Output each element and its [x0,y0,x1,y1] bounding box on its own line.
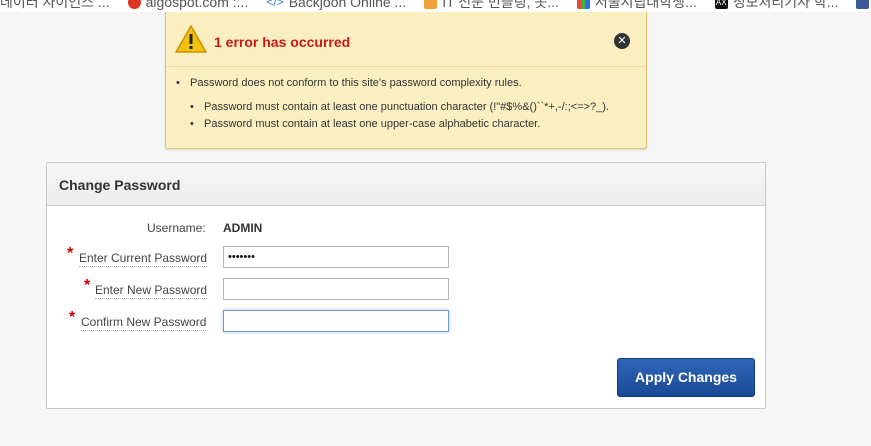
error-notification: 1 error has occurred ✕ • Password does no… [165,12,647,149]
bookmark-item[interactable]: IT 전문 번들링, 못... [424,0,559,12]
error-detail-text: Password must contain at least one upper… [204,118,541,130]
region-header: Change Password [47,163,765,206]
bookmark-item[interactable]: algospot.com :... [127,0,249,10]
error-header: 1 error has occurred ✕ [166,12,646,67]
required-marker: * [69,309,76,326]
bookmark-item[interactable]: 서울시립대학생... [576,0,697,12]
required-marker: * [84,277,91,294]
bookmarks-bar: 데이터 사이언스 ... algospot.com :... </> Backjo… [0,0,871,12]
bookmark-label: 정보처리기사 학... [732,0,839,10]
error-message: • Password does not conform to this site'… [176,77,522,89]
username-value: ADMIN [223,221,263,235]
error-message-text: Password does not conform to this site's… [190,77,522,89]
current-password-label[interactable]: Enter Current Password [79,251,208,267]
confirm-password-field[interactable] [223,310,449,332]
error-detail: • Password must contain at least one uppe… [190,118,541,130]
bookmark-label: 서울시립대학생... [594,0,697,10]
new-password-label[interactable]: Enter New Password [95,283,208,299]
bookmark-label: algospot.com :... [145,0,249,10]
bookmark-item[interactable]: 데이터 사이언스 ... [0,0,110,12]
username-label: Username: [147,221,206,235]
code-icon: </> [266,0,284,9]
bookmark-icon [424,0,438,9]
bookmark-icon [856,0,870,9]
algospot-icon [127,0,141,9]
bookmark-item[interactable] [856,0,870,9]
error-title: 1 error has occurred [214,34,351,50]
close-icon[interactable]: ✕ [614,33,630,49]
region-title: Change Password [59,177,181,193]
new-password-field[interactable] [223,278,449,300]
current-password-field[interactable] [223,246,449,268]
bookmark-item[interactable]: AX 정보처리기사 학... [714,0,839,12]
apply-changes-button[interactable]: Apply Changes [617,358,755,397]
bookmark-label: Backjoon Online ... [288,0,407,10]
bookmark-label: 데이터 사이언스 ... [0,0,110,10]
google-icon [576,0,590,9]
error-detail: • Password must contain at least one punc… [190,101,609,113]
change-password-region: Change Password Username: ADMIN * Enter … [46,162,766,409]
required-marker: * [67,245,74,262]
error-detail-text: Password must contain at least one punct… [204,101,609,113]
bookmark-label: IT 전문 번들링, 못... [442,0,559,10]
confirm-password-label[interactable]: Confirm New Password [81,315,207,331]
bookmark-item[interactable]: </> Backjoon Online ... [266,0,406,10]
warning-icon [175,25,207,53]
ax-icon: AX [714,0,728,9]
